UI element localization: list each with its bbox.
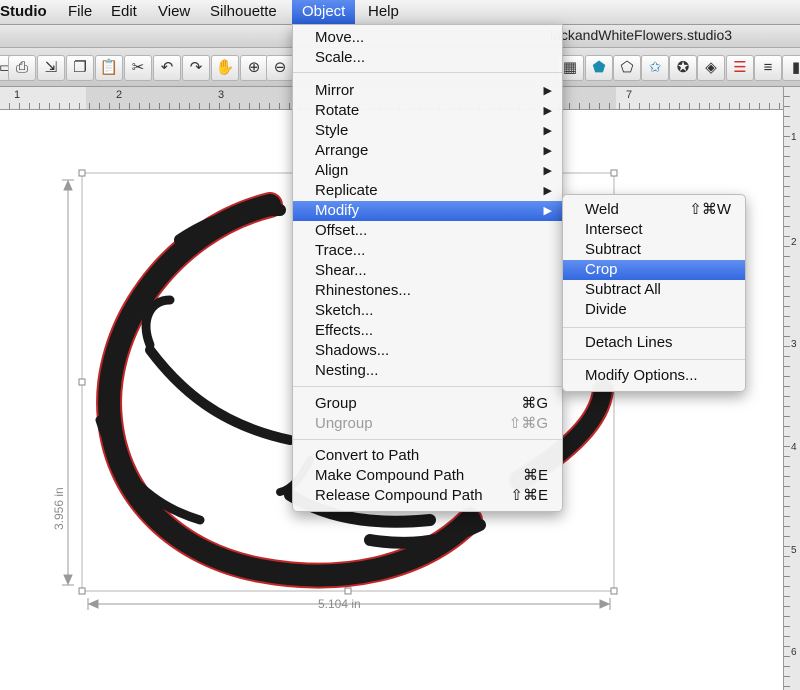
menu-item-subtract[interactable]: Subtract: [563, 240, 745, 260]
submenu-arrow-icon: ▶: [543, 185, 552, 197]
copy-icon[interactable]: ❐: [66, 55, 94, 81]
paste-icon[interactable]: 📋: [95, 55, 123, 81]
send-icon[interactable]: ⇲: [37, 55, 65, 81]
menu-item-weld[interactable]: Weld ⇧⌘W: [563, 200, 745, 220]
submenu-arrow-icon: ▶: [543, 105, 552, 117]
submenu-arrow-icon: ▶: [543, 205, 552, 217]
pentagon-outline-icon[interactable]: ⬠: [613, 55, 641, 81]
line-color-icon[interactable]: ☰: [726, 55, 754, 81]
vertical-ruler: 1 2 3 4 5 6: [783, 87, 800, 690]
ruler-number: 7: [626, 89, 633, 101]
menu-studio[interactable]: Studio: [0, 0, 47, 24]
ruler-number: 3: [218, 89, 225, 101]
ruler-number: 2: [116, 89, 123, 101]
menu-item-replicate[interactable]: Replicate ▶: [293, 181, 562, 201]
zoom-out-icon[interactable]: ⊖: [266, 55, 294, 81]
document-title: lackandWhiteFlowers.studio3: [550, 27, 733, 43]
menu-object[interactable]: Object: [292, 0, 356, 24]
star-cut-icon[interactable]: ✪: [669, 55, 697, 81]
menu-item-effects[interactable]: Effects...: [293, 321, 562, 341]
star-icon[interactable]: ✩: [641, 55, 669, 81]
undo-icon[interactable]: ↶: [153, 55, 181, 81]
menu-item-group[interactable]: Group ⌘G: [293, 394, 562, 414]
menu-item-convert-to-path[interactable]: Convert to Path: [293, 446, 562, 466]
menu-item-style[interactable]: Style ▶: [293, 121, 562, 141]
shortcut-label: ⌘E: [522, 467, 548, 484]
menu-view[interactable]: View: [158, 0, 190, 24]
menu-silhouette[interactable]: Silhouette: [210, 0, 277, 24]
width-label: 5.104 in: [318, 597, 361, 611]
redo-icon[interactable]: ↷: [182, 55, 210, 81]
ruler-number: 5: [791, 545, 797, 556]
ruler-number: 1: [14, 89, 21, 101]
menu-item-make-compound-path[interactable]: Make Compound Path ⌘E: [293, 466, 562, 486]
menu-item-release-compound-path[interactable]: Release Compound Path ⇧⌘E: [293, 486, 562, 506]
submenu-arrow-icon: ▶: [543, 145, 552, 157]
submenu-arrow-icon: ▶: [543, 125, 552, 137]
rhinestone-icon[interactable]: ◈: [697, 55, 725, 81]
menu-bar: Studio File Edit View Silhouette Object …: [0, 0, 800, 25]
ruler-number: 4: [791, 442, 797, 453]
menu-item-divide[interactable]: Divide: [563, 300, 745, 320]
pan-hand-icon[interactable]: ✋: [211, 55, 239, 81]
cut-icon[interactable]: ✂: [124, 55, 152, 81]
menu-item-rotate[interactable]: Rotate ▶: [293, 101, 562, 121]
menu-item-sketch[interactable]: Sketch...: [293, 301, 562, 321]
menu-help[interactable]: Help: [368, 0, 399, 24]
menu-separator: [563, 327, 745, 328]
ruler-number: 3: [791, 339, 797, 350]
pentagon-icon[interactable]: ⬟: [585, 55, 613, 81]
menu-item-shear[interactable]: Shear...: [293, 261, 562, 281]
submenu-arrow-icon: ▶: [543, 85, 552, 97]
menu-file[interactable]: File: [68, 0, 92, 24]
menu-item-trace[interactable]: Trace...: [293, 241, 562, 261]
ruler-number: 6: [791, 647, 797, 658]
submenu-arrow-icon: ▶: [543, 165, 552, 177]
menu-item-intersect[interactable]: Intersect: [563, 220, 745, 240]
zoom-in-icon[interactable]: ⊕: [240, 55, 268, 81]
menu-separator: [293, 72, 562, 73]
shortcut-label: ⌘G: [521, 395, 548, 412]
object-menu: Move... Scale... Mirror ▶ Rotate ▶ Style ▶ …: [292, 24, 563, 512]
menu-item-mirror[interactable]: Mirror ▶: [293, 81, 562, 101]
menu-item-modify[interactable]: Modify ▶: [293, 201, 562, 221]
menu-separator: [563, 359, 745, 360]
shortcut-label: ⇧⌘E: [510, 487, 548, 504]
menu-item-subtract-all[interactable]: Subtract All: [563, 280, 745, 300]
ruler-number: 2: [791, 237, 797, 248]
menu-item-crop[interactable]: Crop: [563, 260, 745, 280]
print-icon[interactable]: ⎙: [8, 55, 36, 81]
menu-item-rhinestones[interactable]: Rhinestones...: [293, 281, 562, 301]
ruler-number: 1: [791, 132, 797, 143]
shortcut-label: ⇧⌘G: [508, 415, 548, 432]
menu-item-offset[interactable]: Offset...: [293, 221, 562, 241]
shortcut-label: ⇧⌘W: [689, 201, 731, 218]
menu-separator: [293, 386, 562, 387]
menu-item-shadows[interactable]: Shadows...: [293, 341, 562, 361]
more-icon[interactable]: ▮: [782, 55, 800, 81]
menu-item-arrange[interactable]: Arrange ▶: [293, 141, 562, 161]
line-style-icon[interactable]: ≡: [754, 55, 782, 81]
menu-item-move[interactable]: Move...: [293, 28, 562, 48]
height-label: 3.956 in: [52, 487, 66, 530]
modify-submenu: Weld ⇧⌘W Intersect Subtract Crop Subtract…: [562, 194, 746, 392]
menu-item-nesting[interactable]: Nesting...: [293, 361, 562, 381]
menu-item-align[interactable]: Align ▶: [293, 161, 562, 181]
menu-item-scale[interactable]: Scale...: [293, 48, 562, 68]
menu-edit[interactable]: Edit: [111, 0, 137, 24]
menu-item-modify-options[interactable]: Modify Options...: [563, 366, 745, 386]
menu-item-detach-lines[interactable]: Detach Lines: [563, 333, 745, 353]
menu-separator: [293, 439, 562, 440]
menu-item-ungroup: Ungroup ⇧⌘G: [315, 415, 548, 432]
